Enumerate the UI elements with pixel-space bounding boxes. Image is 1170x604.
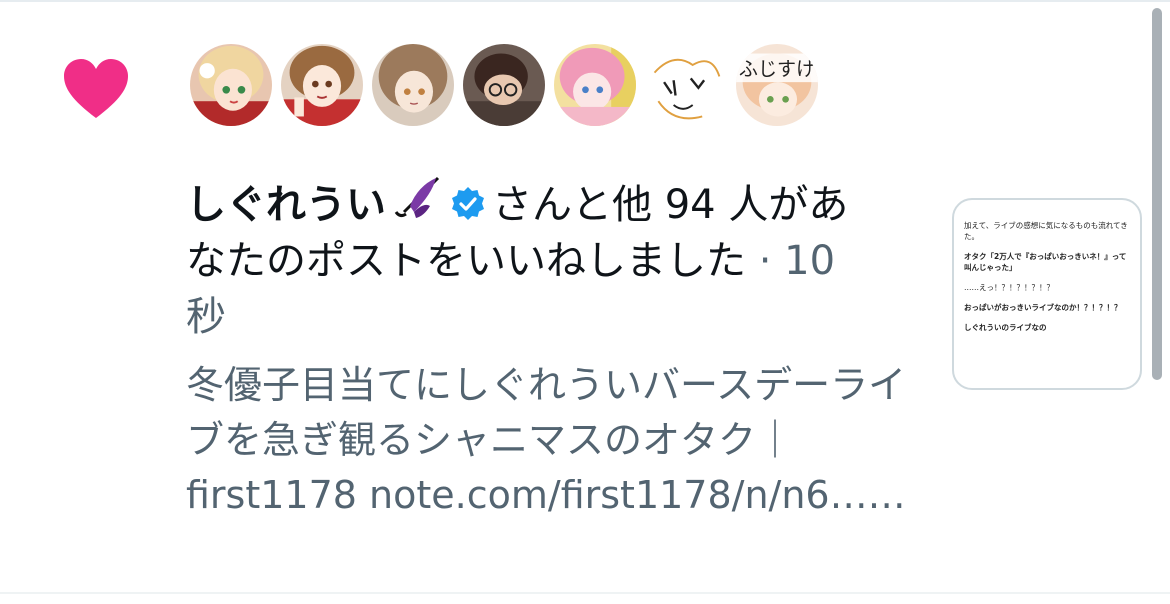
post-thumbnail[interactable]: 加えて、ライブの感想に気になるものも流れてきた。 オタク「2万人で『おっぱいおっ… <box>952 198 1142 390</box>
avatar-6[interactable] <box>643 42 729 128</box>
bottom-divider <box>0 592 1170 594</box>
separator-dot: · <box>758 238 772 284</box>
scrollbar[interactable] <box>1152 8 1162 380</box>
top-divider <box>0 0 1170 2</box>
post-preview-text[interactable]: 冬優子目当てにしぐれういバースデーライブを急ぎ観るシャニマスのオタク｜first… <box>186 358 926 523</box>
avatar-4[interactable] <box>461 42 547 128</box>
thumbnail-line: 加えて、ライブの感想に気になるものも流れてきた。 <box>964 221 1128 241</box>
avatar-2[interactable] <box>279 42 365 128</box>
avatar-7-overlay-text: ふじすけ <box>739 58 815 80</box>
notification-text[interactable]: しぐれうい さんと他 94 人があなたのポストをいいねしました · 10 秒 <box>186 172 886 345</box>
thumbnail-line: ……えっ！？！？！？！？ <box>964 283 1054 292</box>
avatar-5[interactable] <box>552 42 638 128</box>
verified-badge-icon <box>452 187 484 220</box>
avatar-3[interactable] <box>370 42 456 128</box>
closed-umbrella-icon <box>394 176 440 218</box>
avatar-7[interactable]: ふじすけ <box>734 42 820 128</box>
avatar-1[interactable] <box>188 42 274 128</box>
thumbnail-line: オタク「2万人で『おっぱいおっきいネ！』って叫んじゃった」 <box>964 252 1127 272</box>
liker-avatars: ふじすけ <box>188 42 825 134</box>
user-name[interactable]: しぐれうい <box>186 182 386 228</box>
thumbnail-line: おっぱいがおっきいライブなのか！？！？！？ <box>964 303 1122 312</box>
thumbnail-line: しぐれういのライブなの <box>964 323 1047 332</box>
heart-icon <box>64 59 128 118</box>
